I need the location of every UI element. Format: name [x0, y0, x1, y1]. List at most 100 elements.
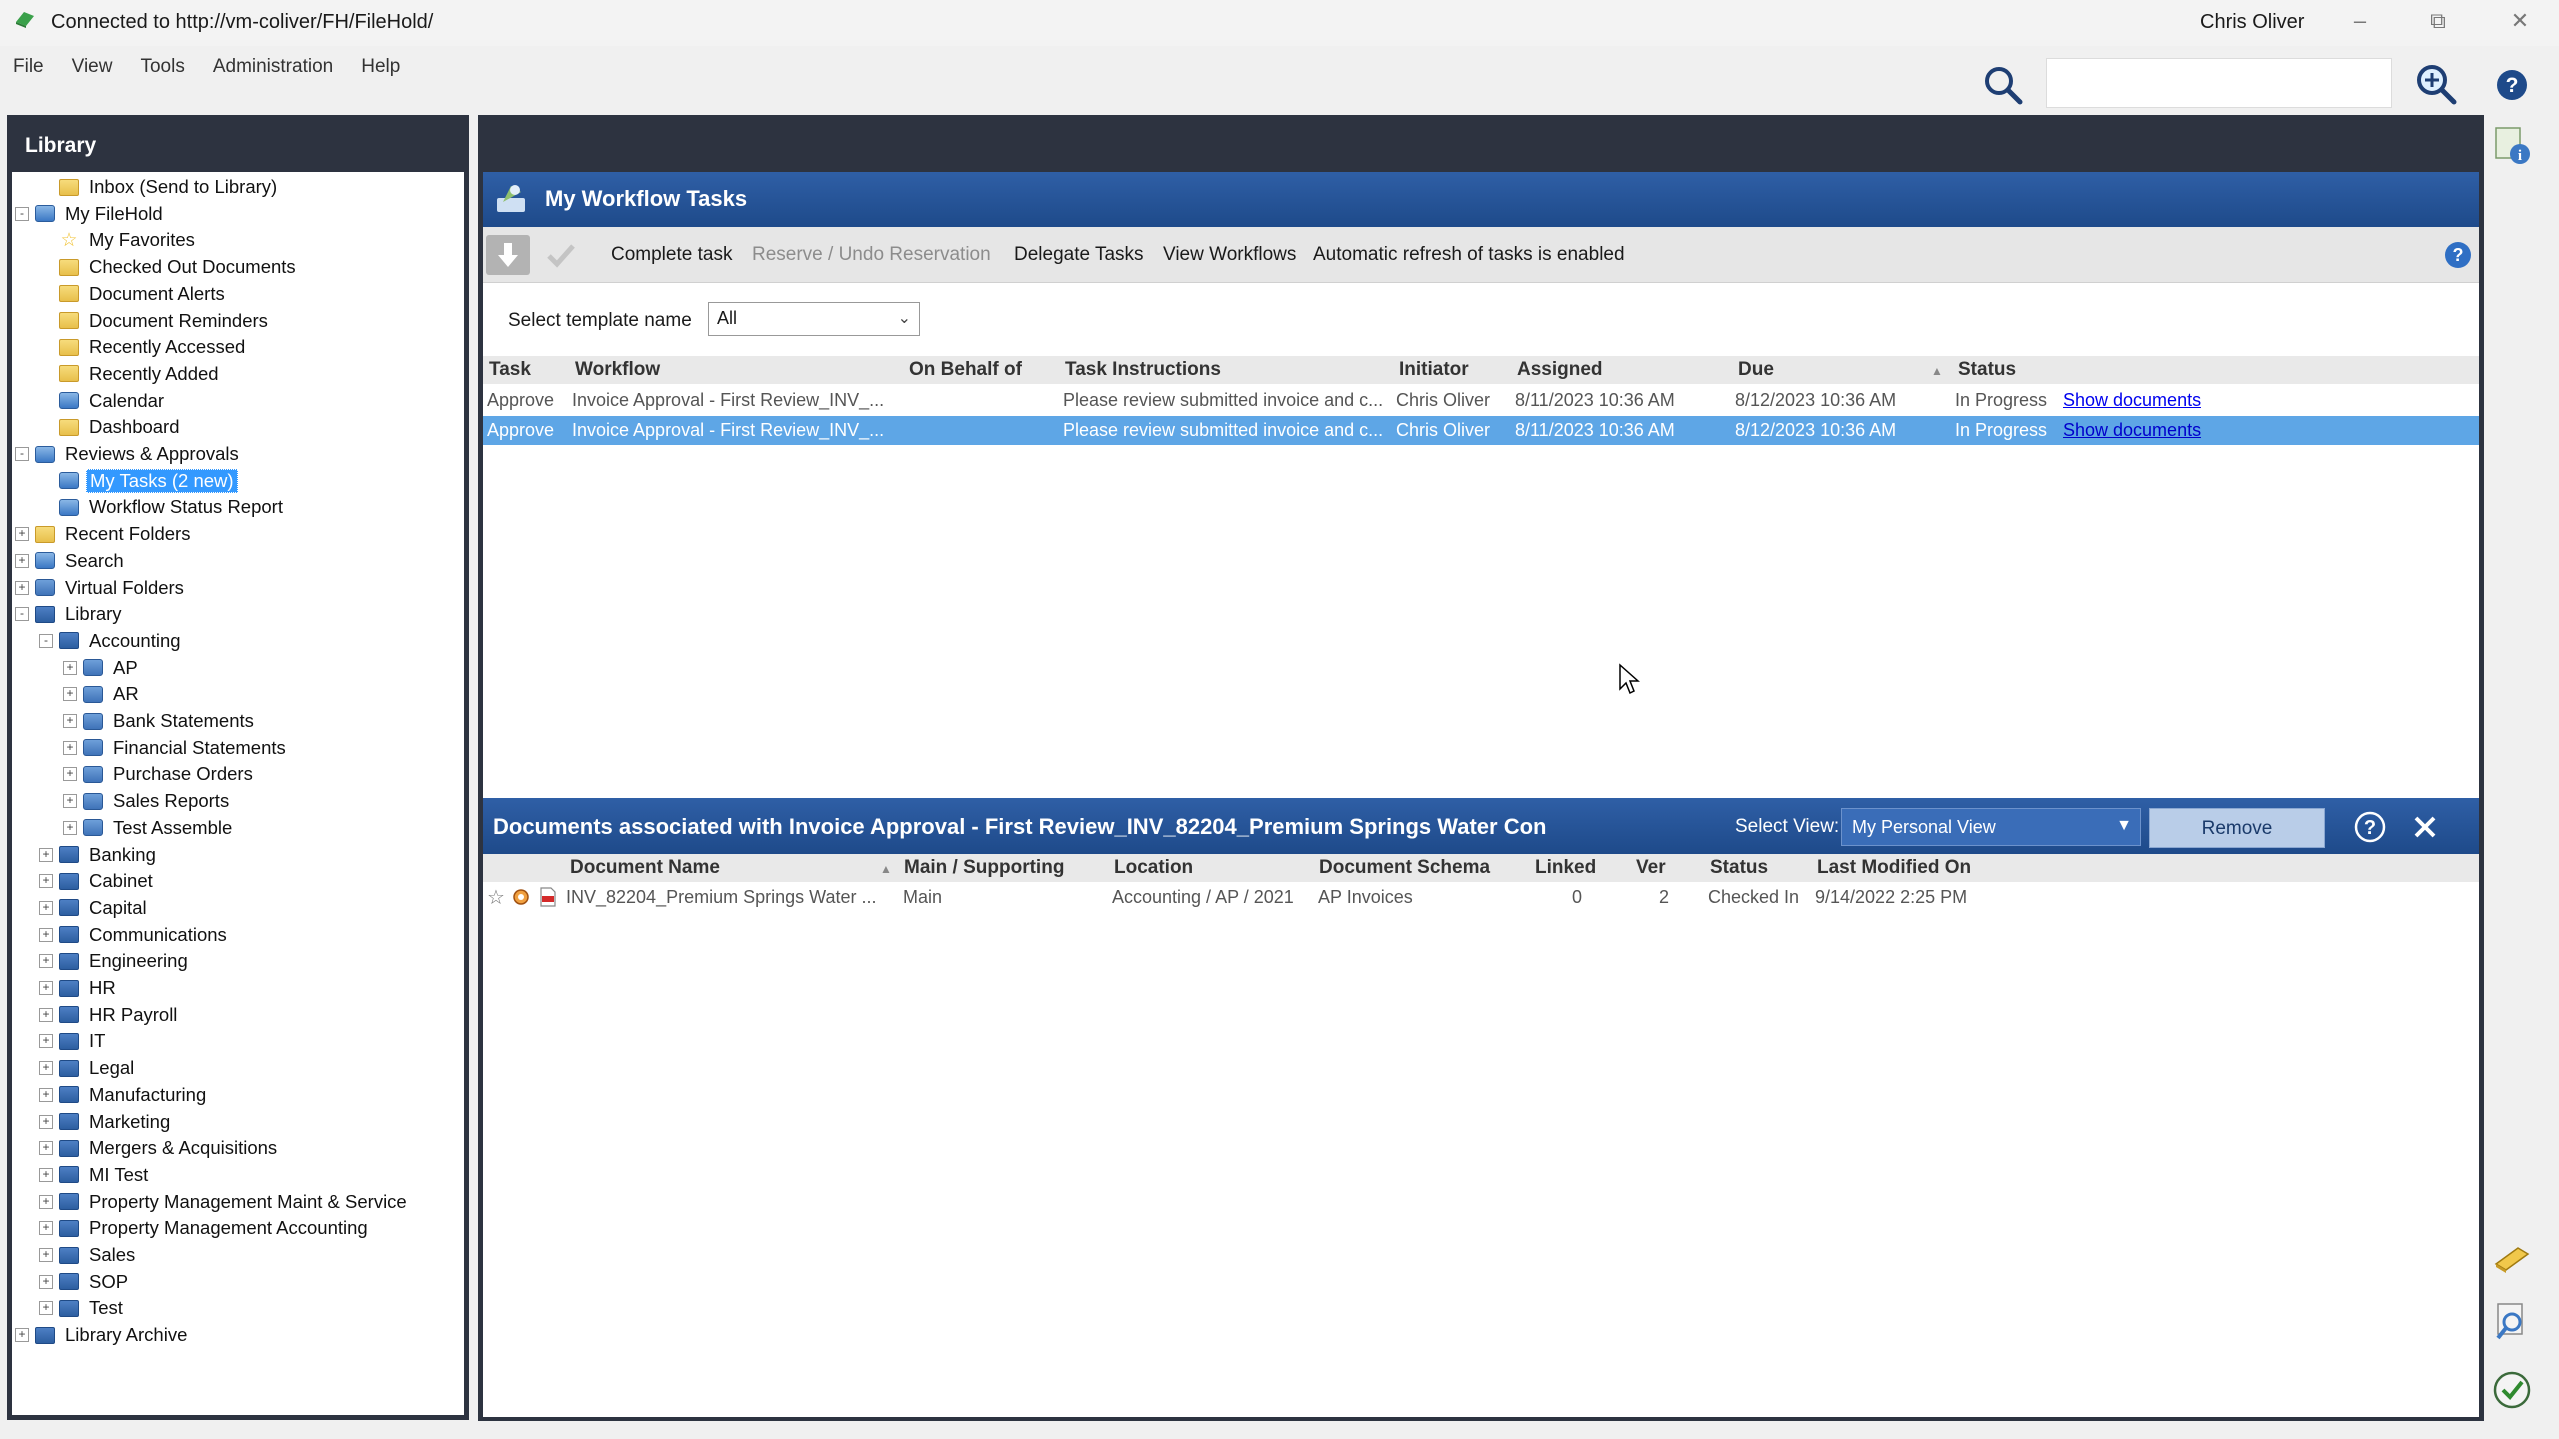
view-workflows-button[interactable]: View Workflows — [1163, 244, 1296, 266]
tree-item[interactable]: + HR Payroll — [39, 1002, 180, 1028]
tree-item[interactable]: Workflow Status Report — [39, 494, 286, 520]
tree-item[interactable]: + Property Management Accounting — [39, 1215, 371, 1241]
tree-item[interactable]: + MI Test — [39, 1162, 151, 1188]
tree-item[interactable]: - Library — [15, 601, 125, 627]
tree-item[interactable]: + Purchase Orders — [63, 761, 256, 787]
col-document-schema[interactable]: Document Schema — [1319, 857, 1490, 879]
close-icon[interactable] — [2408, 810, 2442, 844]
collapse-icon[interactable]: - — [15, 447, 29, 461]
col-task-instructions[interactable]: Task Instructions — [1065, 359, 1221, 381]
tree-item[interactable]: + Financial Statements — [63, 735, 289, 761]
tree-item[interactable]: + SOP — [39, 1269, 131, 1295]
table-row[interactable]: Approve Invoice Approval - First Review_… — [483, 386, 2479, 415]
collapse-icon[interactable]: - — [15, 206, 29, 221]
expand-icon[interactable]: + — [39, 927, 53, 942]
tree-item[interactable]: + Bank Statements — [63, 708, 257, 734]
show-documents-link[interactable]: Show documents — [2063, 390, 2201, 411]
tree-item[interactable]: + Sales — [39, 1242, 138, 1268]
col-last-modified[interactable]: Last Modified On — [1817, 857, 1971, 879]
col-initiator[interactable]: Initiator — [1399, 359, 1469, 381]
search-document-icon[interactable] — [2490, 1300, 2534, 1344]
select-view-dropdown[interactable]: My Personal View ▼ — [1841, 808, 2141, 846]
delegate-tasks-button[interactable]: Delegate Tasks — [1014, 244, 1144, 266]
search-input[interactable] — [2046, 58, 2392, 108]
expand-icon[interactable]: + — [39, 1061, 53, 1076]
tree-item[interactable]: + Test — [39, 1295, 126, 1321]
tree-item[interactable]: + AR — [63, 681, 142, 707]
expand-icon[interactable]: + — [39, 847, 53, 862]
tree-item[interactable]: + Recent Folders — [15, 521, 193, 547]
tree-item[interactable]: Document Alerts — [39, 281, 228, 307]
tree-item[interactable]: + Cabinet — [39, 868, 156, 894]
auto-refresh-status[interactable]: Automatic refresh of tasks is enabled — [1313, 244, 1625, 266]
check-status-icon[interactable] — [2490, 1368, 2534, 1412]
tree-item[interactable]: + Banking — [39, 842, 159, 868]
workflow-help-icon[interactable]: ? — [2443, 240, 2473, 270]
tree-item[interactable]: + Engineering — [39, 948, 191, 974]
expand-icon[interactable]: + — [15, 1328, 29, 1343]
expand-icon[interactable]: + — [63, 767, 77, 782]
expand-icon[interactable]: + — [63, 660, 77, 675]
reserve-button[interactable]: Reserve / Undo Reservation — [752, 244, 991, 266]
expand-icon[interactable]: + — [39, 1007, 53, 1022]
tree-item[interactable]: - My FileHold — [15, 201, 166, 227]
tree-item[interactable]: Dashboard — [39, 414, 183, 440]
col-location[interactable]: Location — [1114, 857, 1193, 879]
menu-administration[interactable]: Administration — [199, 52, 347, 86]
tree-item[interactable]: My Tasks (2 new) — [39, 468, 238, 494]
tree-item[interactable]: + Legal — [39, 1055, 137, 1081]
expand-icon[interactable]: + — [39, 1248, 53, 1262]
expand-icon[interactable]: + — [39, 1301, 53, 1316]
tree-item[interactable]: + AP — [63, 655, 141, 681]
expand-icon[interactable]: + — [63, 714, 77, 728]
minimize-icon[interactable]: – — [2340, 4, 2380, 38]
expand-icon[interactable]: + — [39, 1221, 53, 1236]
expand-icon[interactable]: + — [15, 580, 29, 595]
menu-file[interactable]: File — [0, 52, 58, 86]
favorite-star-icon[interactable]: ☆ — [487, 885, 505, 910]
document-info-icon[interactable]: i — [2490, 124, 2534, 168]
expand-icon[interactable]: + — [39, 1167, 53, 1182]
cell-document-name[interactable]: INV_82204_Premium Springs Water ... — [566, 887, 886, 908]
tree-item[interactable]: + Test Assemble — [63, 815, 235, 841]
expand-icon[interactable]: + — [39, 900, 53, 915]
expand-icon[interactable]: + — [39, 1194, 53, 1209]
tree-item[interactable]: Inbox (Send to Library) — [39, 174, 280, 200]
expand-icon[interactable]: + — [63, 794, 77, 809]
col-workflow[interactable]: Workflow — [575, 359, 660, 381]
expand-icon[interactable]: + — [39, 1114, 53, 1129]
expand-icon[interactable]: + — [39, 1274, 53, 1289]
complete-check-button[interactable] — [539, 235, 583, 275]
table-row[interactable]: ☆ INV_82204_Premium Springs Water ... Ma… — [483, 883, 2479, 912]
col-linked[interactable]: Linked — [1535, 857, 1596, 879]
remove-button[interactable]: Remove — [2149, 808, 2325, 848]
tree-item[interactable]: + Search — [15, 548, 127, 574]
tree-item[interactable]: Checked Out Documents — [39, 254, 299, 280]
restore-icon[interactable]: ⧉ — [2418, 4, 2458, 38]
show-documents-link[interactable]: Show documents — [2063, 420, 2201, 441]
menu-help[interactable]: Help — [347, 52, 414, 86]
tree-item[interactable]: + Capital — [39, 895, 150, 921]
col-task[interactable]: Task — [489, 359, 531, 381]
expand-icon[interactable]: + — [39, 1034, 53, 1049]
eraser-icon[interactable] — [2490, 1238, 2534, 1282]
expand-icon[interactable]: + — [15, 553, 29, 568]
tree-item[interactable]: + Sales Reports — [63, 788, 232, 814]
col-doc-status[interactable]: Status — [1710, 857, 1768, 879]
tree-item[interactable]: Recently Added — [39, 361, 222, 387]
col-status[interactable]: Status — [1958, 359, 2016, 381]
collapse-icon[interactable]: - — [15, 607, 29, 622]
tree-item[interactable]: + Property Management Maint & Service — [39, 1189, 410, 1215]
expand-icon[interactable]: + — [39, 1141, 53, 1156]
expand-icon[interactable]: + — [39, 981, 53, 995]
expand-icon[interactable]: + — [63, 740, 77, 755]
tree-item[interactable]: + Virtual Folders — [15, 575, 187, 601]
search-icon[interactable] — [1982, 64, 2024, 106]
complete-task-button[interactable]: Complete task — [611, 244, 732, 266]
tree-item[interactable]: + Communications — [39, 922, 230, 948]
expand-icon[interactable]: + — [63, 687, 77, 702]
tree-item[interactable]: Document Reminders — [39, 308, 271, 334]
col-main-supporting[interactable]: Main / Supporting — [904, 857, 1064, 879]
help-icon[interactable]: ? — [2495, 68, 2529, 102]
tree-item[interactable]: - Accounting — [39, 628, 184, 654]
